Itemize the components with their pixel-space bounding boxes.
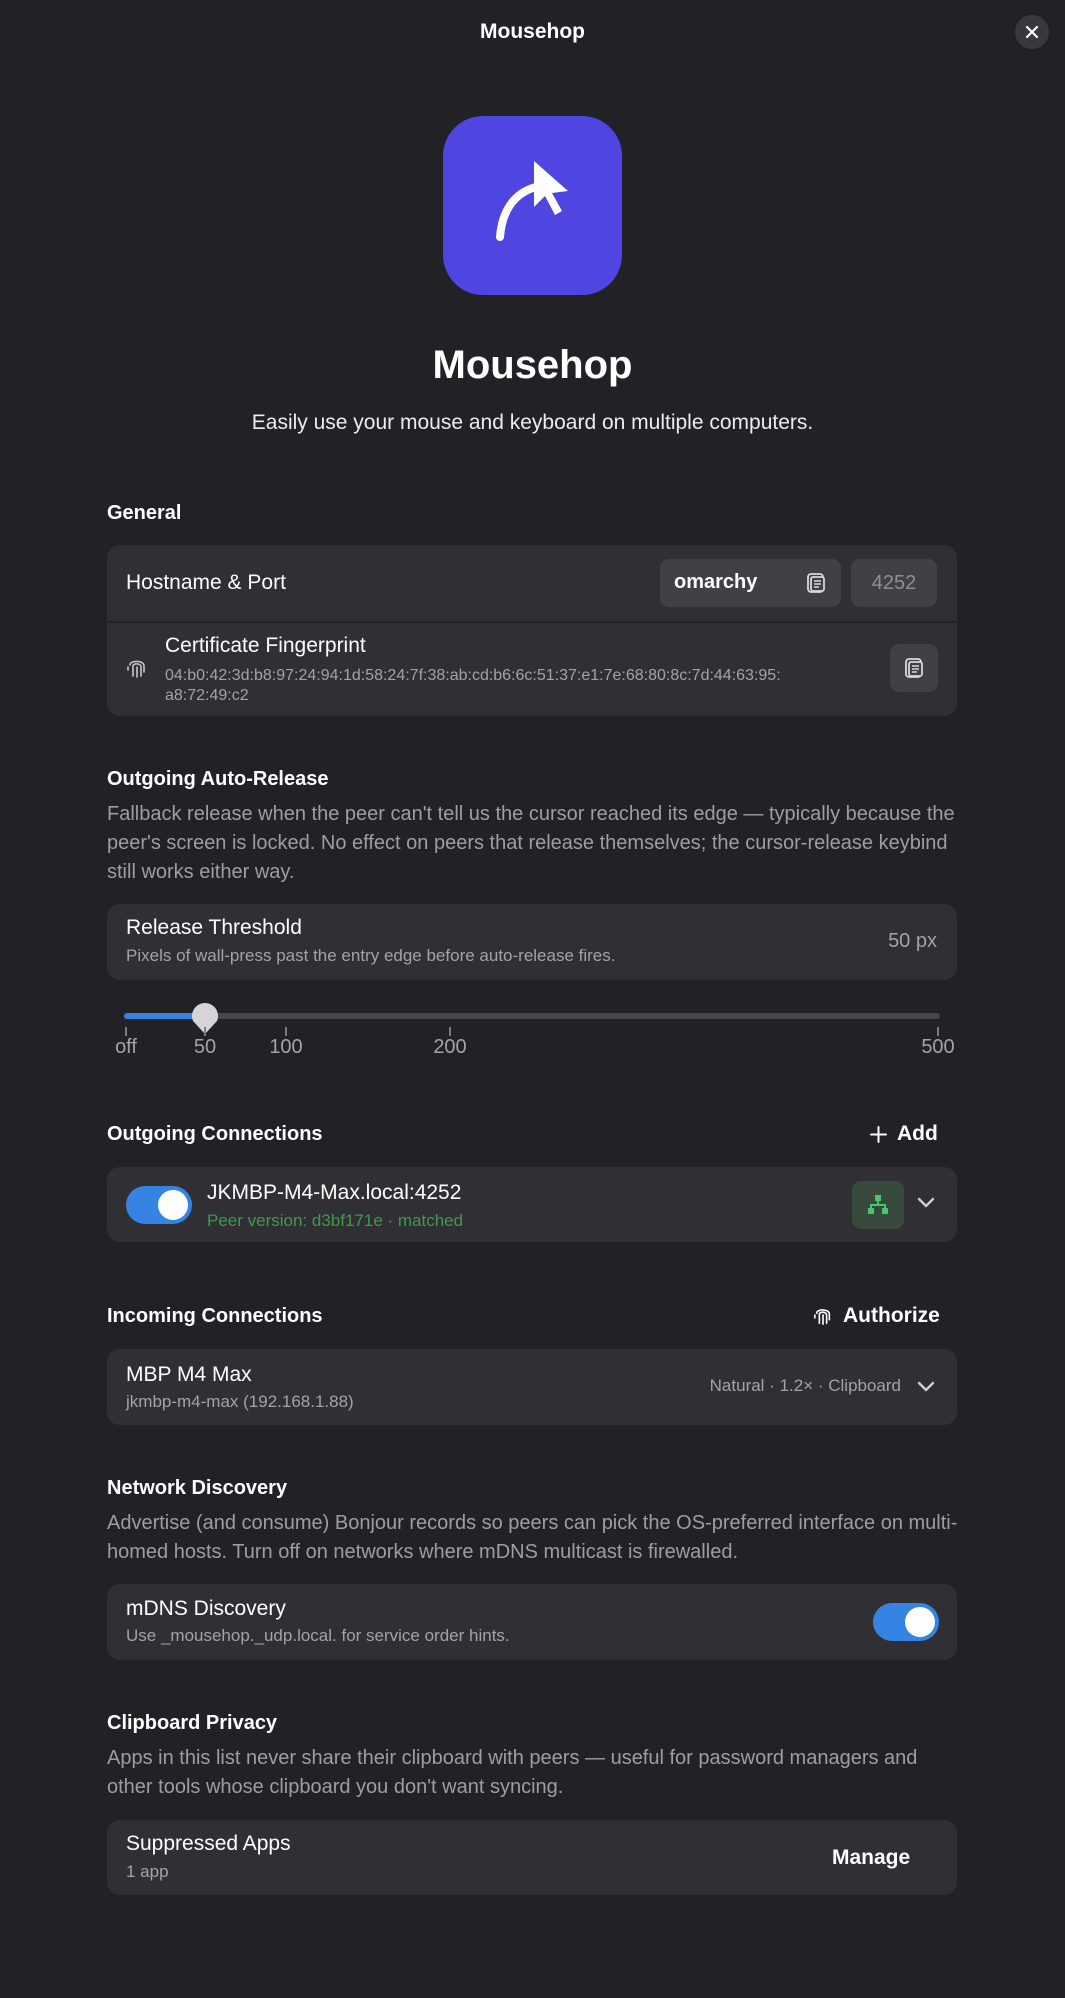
- auto-release-section-title: Outgoing Auto-Release: [107, 768, 329, 790]
- app-tagline: Easily use your mouse and keyboard on mu…: [251, 411, 814, 434]
- clipboard-section-title: Clipboard Privacy: [107, 1712, 278, 1734]
- toggle-knob: [158, 1190, 188, 1220]
- authorize-label: Authorize: [843, 1304, 940, 1327]
- mdns-toggle[interactable]: [873, 1603, 939, 1641]
- add-label: Add: [897, 1122, 938, 1145]
- network-section-title: Network Discovery: [107, 1477, 288, 1499]
- connection-toggle[interactable]: [126, 1186, 192, 1224]
- slider-tick-label: 50: [193, 1036, 217, 1058]
- outgoing-section-title: Outgoing Connections: [107, 1123, 323, 1145]
- window-title: Mousehop: [480, 20, 585, 43]
- authorize-button[interactable]: Authorize: [813, 1304, 940, 1328]
- suppressed-apps-label: Suppressed Apps: [126, 1832, 291, 1855]
- network-icon: [868, 1195, 888, 1214]
- mdns-card: mDNS Discovery Use _mousehop._udp.local.…: [107, 1584, 957, 1660]
- cursor-hop-icon: [495, 160, 568, 241]
- preferences-window: Mousehop Mousehop Easily use your mouse …: [0, 0, 1065, 1998]
- hostname-label: Hostname & Port: [126, 571, 286, 594]
- slider-tick: [937, 1027, 939, 1036]
- hostname-value: omarchy: [674, 571, 758, 593]
- add-connection-button[interactable]: Add: [870, 1122, 938, 1146]
- close-icon: [1025, 25, 1039, 39]
- general-section-title: General: [107, 502, 182, 524]
- close-button[interactable]: [1015, 15, 1049, 49]
- fingerprint-icon: [814, 1309, 831, 1325]
- auto-release-description: Fallback release when the peer can't tel…: [107, 803, 955, 883]
- release-threshold-card: Release Threshold Pixels of wall-press p…: [107, 904, 957, 980]
- incoming-connection-row[interactable]: MBP M4 Max jkmbp-m4-max (192.168.1.88) N…: [107, 1349, 957, 1425]
- peer-version-status: Peer version: d3bf171e · matched: [207, 1211, 464, 1230]
- suppressed-apps-count: 1 app: [126, 1862, 169, 1881]
- slider-tick-label: 100: [269, 1036, 303, 1058]
- port-field[interactable]: 4252: [851, 559, 937, 607]
- hostname-field[interactable]: omarchy: [660, 559, 841, 607]
- mdns-sub: Use _mousehop._udp.local. for service or…: [126, 1626, 510, 1645]
- app-name: Mousehop: [432, 343, 633, 387]
- clipboard-description: Apps in this list never share their clip…: [107, 1747, 918, 1798]
- slider-tick: [449, 1027, 451, 1036]
- fingerprint-label: Certificate Fingerprint: [165, 634, 366, 657]
- network-topology-button[interactable]: [852, 1181, 904, 1229]
- slider-tick-label: 500: [921, 1036, 955, 1058]
- fingerprint-icon: [127, 660, 145, 678]
- copy-icon[interactable]: [805, 572, 827, 594]
- app-icon: [443, 116, 622, 295]
- general-card: Hostname & Port omarchy 4252 Certificate…: [107, 545, 957, 716]
- connection-host: JKMBP-M4-Max.local:4252: [207, 1181, 462, 1204]
- fingerprint-value: 04:b0:42:3d:b8:97:24:94:1d:58:24:7f:38:a…: [165, 666, 880, 706]
- release-threshold-value: 50 px: [888, 930, 937, 952]
- chevron-down-icon[interactable]: [917, 1381, 935, 1393]
- release-threshold-label: Release Threshold: [126, 916, 302, 939]
- release-threshold-sub: Pixels of wall-press past the entry edge…: [126, 946, 616, 965]
- plus-icon: [870, 1125, 887, 1143]
- fingerprint-line-1: 04:b0:42:3d:b8:97:24:94:1d:58:24:7f:38:a…: [165, 667, 781, 684]
- copy-fingerprint-button[interactable]: [890, 644, 938, 692]
- row-divider: [107, 621, 957, 623]
- incoming-peer-summary: Natural · 1.2× · Clipboard: [709, 1376, 901, 1395]
- chevron-down-icon[interactable]: [917, 1197, 935, 1209]
- incoming-peer-name: MBP M4 Max: [126, 1363, 252, 1386]
- copy-icon: [905, 658, 923, 678]
- slider-tick: [285, 1027, 287, 1036]
- title-bar: Mousehop: [0, 0, 1065, 64]
- fingerprint-line-2: a8:72:49:c2: [165, 687, 249, 704]
- slider-track[interactable]: [124, 1013, 940, 1019]
- slider-tick: [125, 1027, 127, 1036]
- network-description: Advertise (and consume) Bonjour records …: [107, 1512, 958, 1563]
- slider-tick-label: off: [115, 1036, 137, 1058]
- slider-tick: [204, 1027, 206, 1036]
- incoming-section-title: Incoming Connections: [107, 1305, 323, 1327]
- suppressed-apps-card: Suppressed Apps 1 app Manage: [107, 1820, 957, 1895]
- manage-button[interactable]: Manage: [832, 1846, 910, 1870]
- toggle-knob: [905, 1607, 935, 1637]
- mdns-label: mDNS Discovery: [126, 1597, 286, 1620]
- outgoing-connection-row[interactable]: JKMBP-M4-Max.local:4252 Peer version: d3…: [107, 1167, 957, 1242]
- slider-tick-label: 200: [433, 1036, 467, 1058]
- incoming-peer-address: jkmbp-m4-max (192.168.1.88): [126, 1392, 354, 1411]
